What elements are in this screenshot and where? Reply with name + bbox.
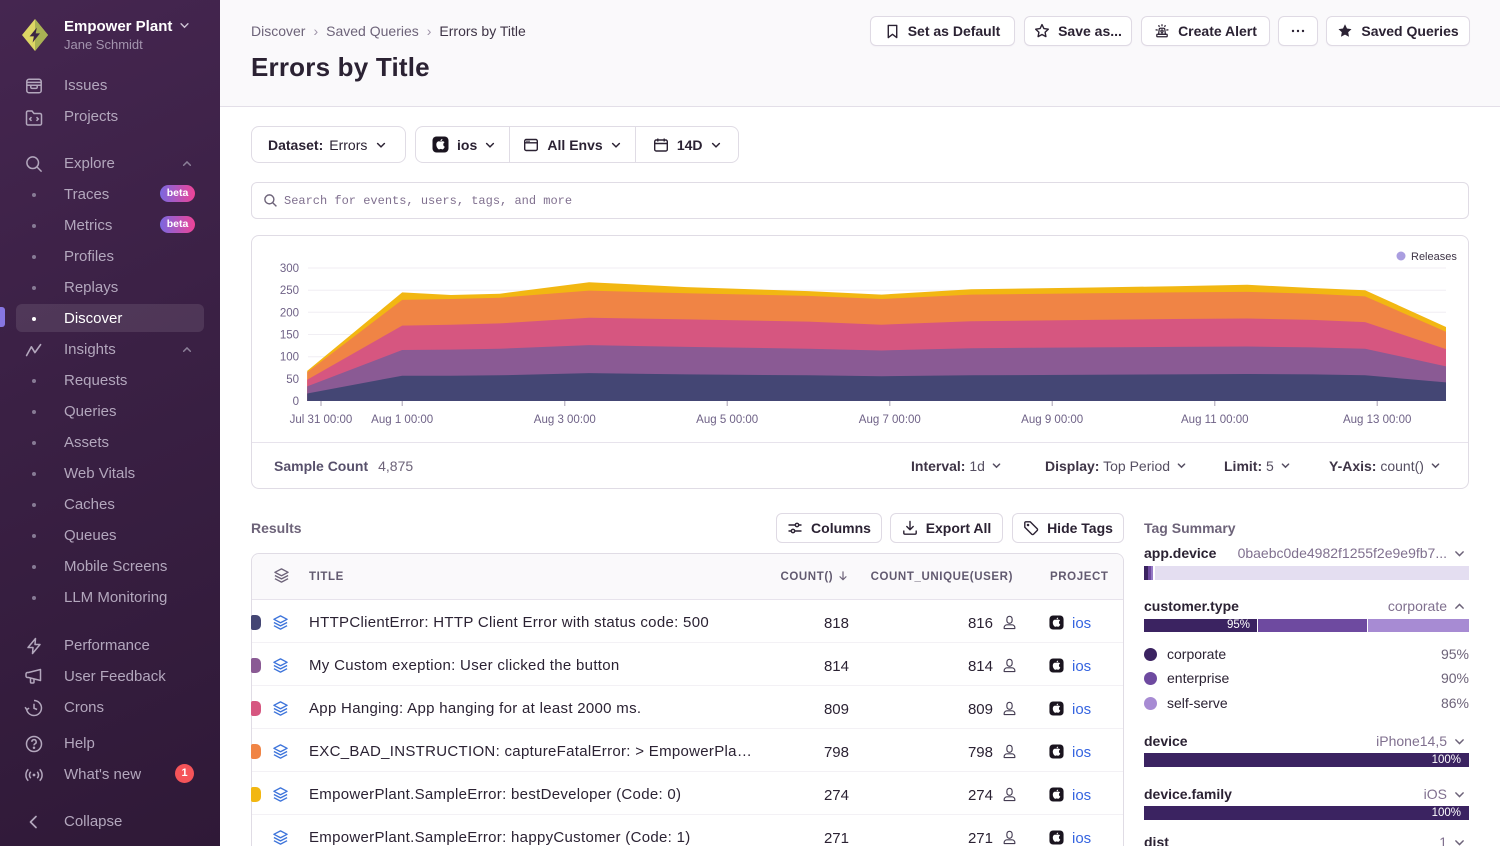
svg-text:Aug 9 00:00: Aug 9 00:00: [1021, 414, 1083, 426]
svg-text:Jul 31 00:00: Jul 31 00:00: [290, 414, 353, 426]
svg-text:100: 100: [280, 352, 299, 364]
svg-text:0: 0: [293, 396, 299, 408]
svg-text:300: 300: [280, 263, 299, 275]
svg-text:200: 200: [280, 307, 299, 319]
svg-text:50: 50: [286, 374, 299, 386]
svg-text:Aug 1 00:00: Aug 1 00:00: [371, 414, 433, 426]
svg-text:150: 150: [280, 330, 299, 342]
svg-text:250: 250: [280, 285, 299, 297]
svg-text:Aug 5 00:00: Aug 5 00:00: [696, 414, 758, 426]
svg-text:Aug 7 00:00: Aug 7 00:00: [859, 414, 921, 426]
svg-text:Aug 13 00:00: Aug 13 00:00: [1343, 414, 1411, 426]
svg-text:Aug 3 00:00: Aug 3 00:00: [534, 414, 596, 426]
svg-text:Releases: Releases: [1411, 251, 1457, 263]
svg-text:Aug 11 00:00: Aug 11 00:00: [1181, 414, 1249, 426]
